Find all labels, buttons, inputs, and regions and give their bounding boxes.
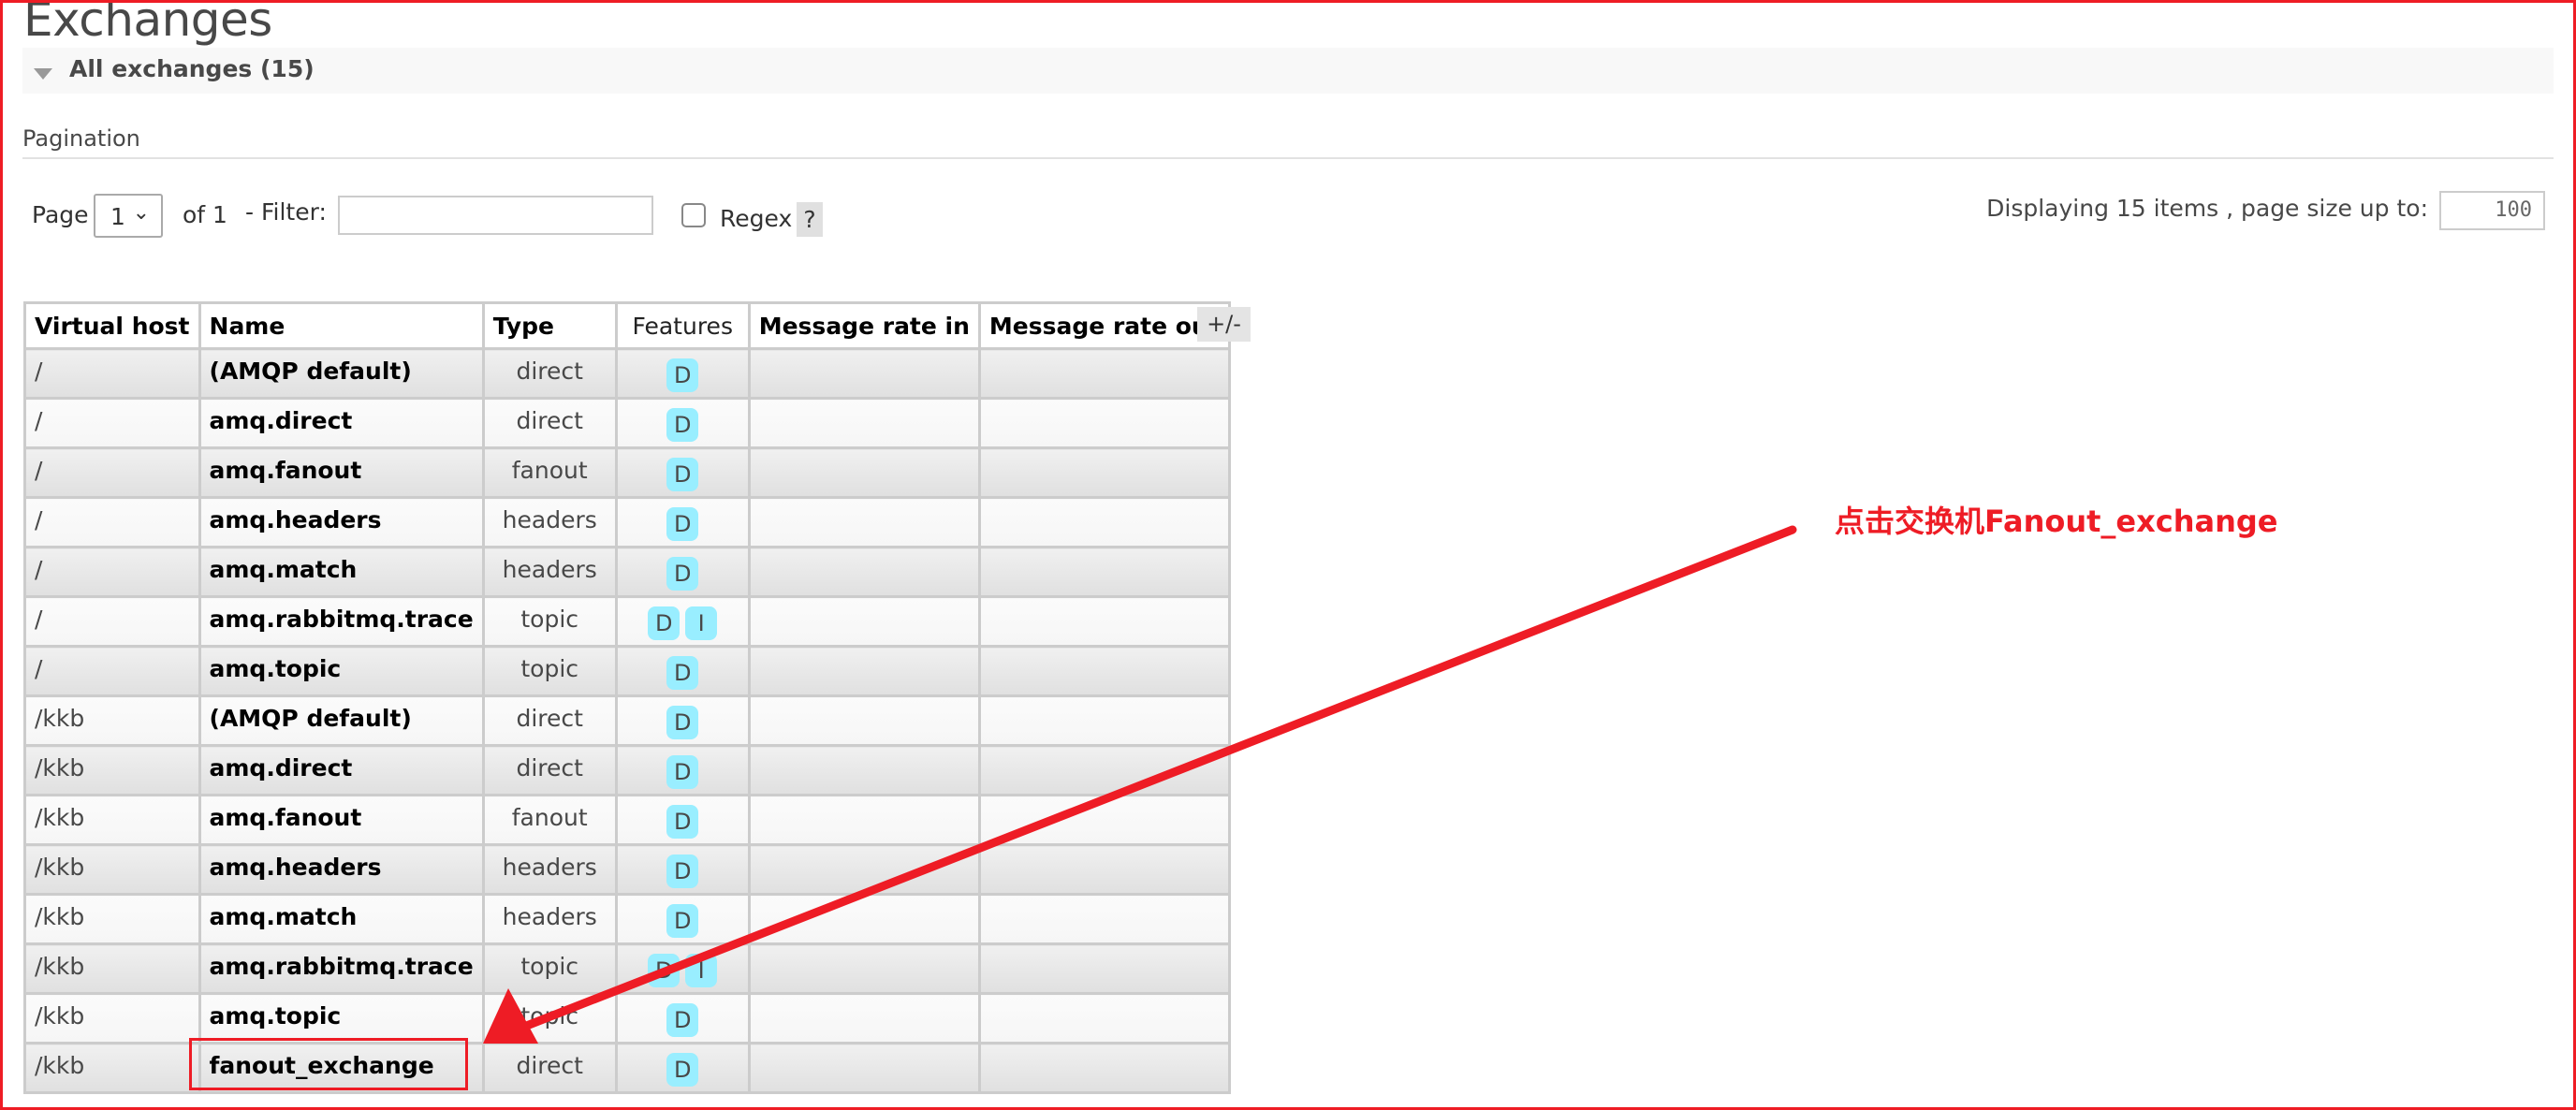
annotation-arrow-head bbox=[483, 988, 538, 1044]
annotation-highlight-box bbox=[189, 1038, 468, 1090]
annotation-text: 点击交换机Fanout_exchange bbox=[1835, 504, 2278, 539]
annotation-arrow-shaft bbox=[520, 525, 1797, 1031]
annotation-arrow bbox=[483, 525, 1797, 1044]
